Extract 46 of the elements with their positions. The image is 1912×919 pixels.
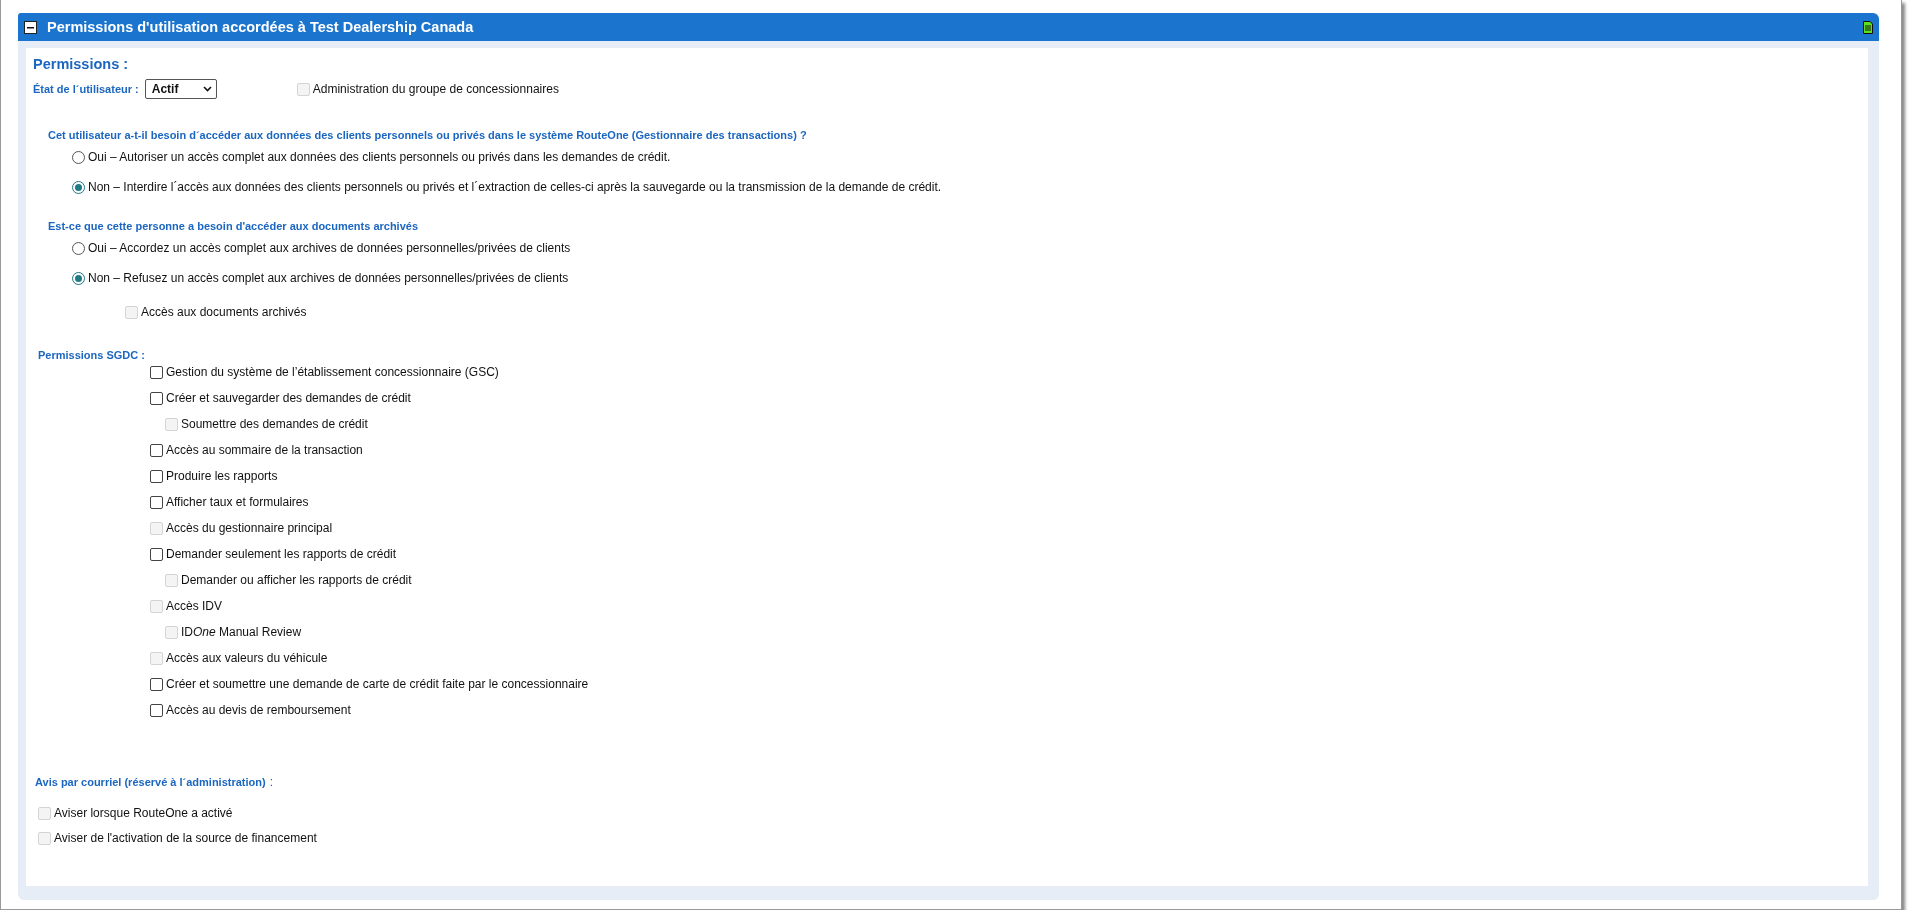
radio-label: Oui – Autoriser un accès complet aux données des clients personnels ou privés dans les demandes de crédit. xyxy=(88,150,671,164)
checkbox-label: Accès aux documents archivés xyxy=(141,305,307,319)
checkbox-label: Accès du gestionnaire principal xyxy=(166,521,333,535)
checkbox-label: Accès aux valeurs du véhicule xyxy=(166,651,328,665)
checkbox-label: Accès au sommaire de la transaction xyxy=(166,443,363,457)
checkbox[interactable] xyxy=(150,677,163,691)
checkbox[interactable] xyxy=(150,703,163,717)
checkbox-label: IDOne Manual Review xyxy=(181,625,302,639)
checkbox-label: Gestion du système de l’établissement concessionnaire (GSC) xyxy=(166,365,499,379)
checkbox-label: Aviser de l'activation de la source de financement xyxy=(54,831,317,845)
caret-icon xyxy=(202,86,212,92)
checkbox-label: Afficher taux et formulaires xyxy=(166,495,309,509)
radio-button[interactable] xyxy=(72,180,85,194)
section-heading: Permissions : xyxy=(33,56,130,72)
checkbox-label: Demander ou afficher les rapports de crédit xyxy=(181,573,412,587)
checkbox-label: Accès au devis de remboursement xyxy=(166,703,351,717)
checkbox[interactable] xyxy=(150,495,163,509)
radio-button[interactable] xyxy=(72,150,85,164)
checkbox[interactable] xyxy=(150,391,163,405)
question-heading: Cet utilisateur a-t-il besoin d´accéder aux données des clients personnels ou privés dans le système RouteOne (Gestionnaire des transactions) ? xyxy=(48,129,807,141)
collapse-icon[interactable] xyxy=(24,20,37,34)
checkbox-label: Administration du groupe de concessionnaires xyxy=(312,82,559,96)
checkbox-label: Créer et soumettre une demande de carte de crédit faite par le concessionnaire xyxy=(166,677,589,691)
section-subheading: Permissions SGDC : xyxy=(38,349,145,361)
radio-label: Non – Interdire l´accès aux données des clients personnels ou privés et l´extraction de celles-ci après la sauvegarde ou la transmission de la demande de crédit. xyxy=(88,180,942,194)
document-icon[interactable] xyxy=(1863,20,1873,34)
checkbox-label: Produire les rapports xyxy=(166,469,278,483)
question-heading: Est-ce que cette personne a besoin d'accéder aux documents archivés xyxy=(48,220,419,232)
field-label: État de l´utilisateur : xyxy=(33,83,139,95)
checkbox[interactable] xyxy=(150,469,163,483)
checkbox[interactable] xyxy=(150,365,163,379)
radio-label: Non – Refusez un accès complet aux archives de données personnelles/privées de clients xyxy=(88,271,569,285)
section-title: Permissions d'utilisation accordées à Test Dealership Canada xyxy=(47,19,475,35)
radio-label: Oui – Accordez un accès complet aux archives de données personnelles/privées de clients xyxy=(88,241,571,255)
colon: : xyxy=(269,775,274,789)
checkbox-label: Demander seulement les rapports de crédit xyxy=(166,547,397,561)
checkbox-label: Accès IDV xyxy=(166,599,222,613)
checkbox-label: Créer et sauvegarder des demandes de crédit xyxy=(166,391,411,405)
radio-button[interactable] xyxy=(72,271,85,285)
checkbox-label: Soumettre des demandes de crédit xyxy=(181,417,368,431)
status-select[interactable]: Actif xyxy=(144,79,217,99)
checkbox-label: Aviser lorsque RouteOne a activé xyxy=(54,806,233,820)
checkbox[interactable] xyxy=(150,547,163,561)
section-subheading: Avis par courriel (réservé à l´administration) xyxy=(35,776,266,788)
radio-button[interactable] xyxy=(72,241,85,255)
checkbox[interactable] xyxy=(150,443,163,457)
